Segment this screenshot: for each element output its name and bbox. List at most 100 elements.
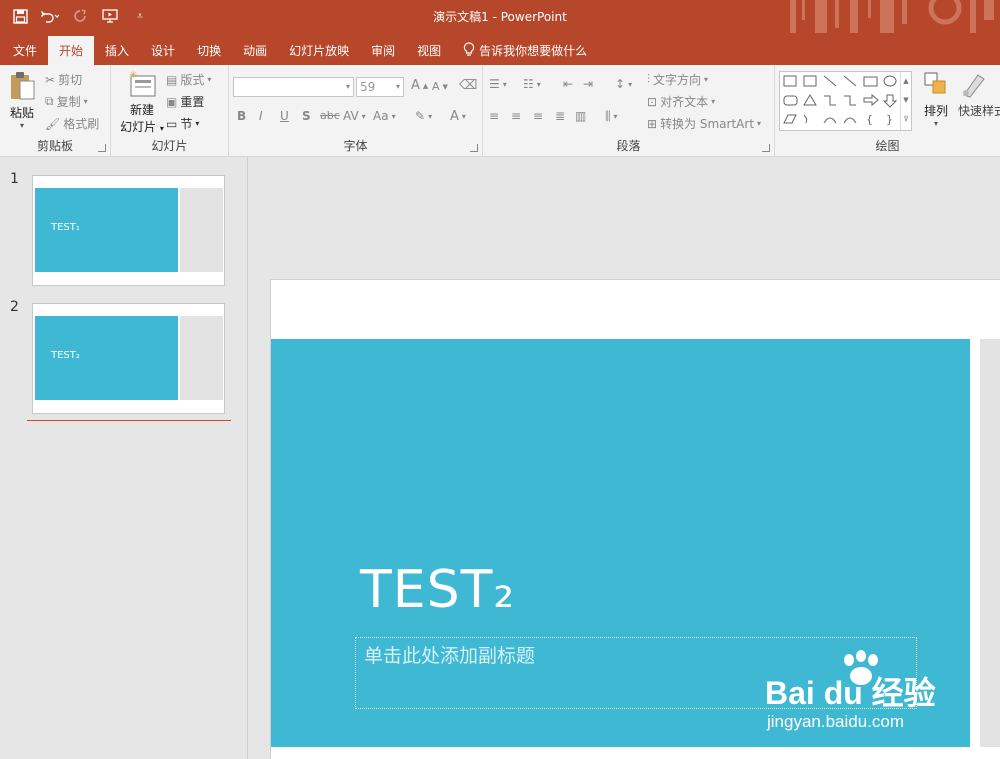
align-right-icon: ≡ [533, 109, 544, 123]
align-right-button[interactable]: ≡ [533, 109, 543, 123]
lightbulb-icon [463, 42, 475, 59]
slide-number-1: 1 [10, 171, 19, 187]
section-label: 节 [180, 117, 193, 131]
slide-title[interactable]: TEST₂ [360, 560, 515, 620]
tell-me-box[interactable]: 告诉我你想要做什么 [452, 36, 598, 65]
format-painter-label: 格式刷 [63, 117, 100, 131]
change-case-button[interactable]: Aa ▾ [373, 109, 396, 123]
align-left-button[interactable]: ≡ [489, 109, 499, 123]
text-direction-label: 文字方向 [653, 73, 702, 87]
numbering-button[interactable]: ☷ ▾ [523, 77, 541, 91]
cut-button[interactable]: ✂ 剪切 [45, 71, 82, 88]
quick-styles-icon [958, 74, 988, 102]
new-slide-label-2: 幻灯片 ▾ [120, 120, 164, 134]
slide-thumbnail-1[interactable]: TEST₁ [32, 175, 225, 286]
group-paragraph: ☰ ▾ ☷ ▾ ⇤ ⇥ ↕ ▾ ≡ ≡ ≡ ≣ ▥ ⫼ ▾ ⫶ 文字方向 ▾ ⊡ 对齐文本 ▾ … [483, 65, 775, 157]
line-spacing-icon: ↕ [615, 77, 626, 91]
format-painter-button[interactable]: 🖌 格式刷 [45, 115, 99, 132]
gallery-scroll[interactable]: ▲ ▼ ⊽ [900, 72, 911, 130]
slide-thumbnail-2[interactable]: TEST₂ [32, 303, 225, 414]
bullets-icon: ☰ [489, 77, 500, 91]
tab-insert[interactable]: 插入 [94, 36, 140, 65]
numbering-icon: ☷ [523, 77, 534, 91]
tab-file[interactable]: 文件 [2, 36, 48, 65]
align-text-label: 对齐文本 [660, 95, 709, 109]
clear-formatting-icon[interactable]: ⌫ [459, 78, 477, 93]
tab-transitions[interactable]: 切换 [186, 36, 232, 65]
shadow-button[interactable]: S [302, 109, 311, 123]
paste-button[interactable]: 粘贴 ▾ [6, 71, 38, 133]
italic-button[interactable]: I [259, 109, 263, 123]
increase-indent-icon: ⇥ [583, 77, 594, 91]
new-slide-button[interactable]: ✳ 新建 幻灯片 ▾ [116, 70, 168, 135]
quick-styles-button[interactable]: 快速样式 [958, 71, 1000, 119]
decrease-indent-button[interactable]: ⇤ [563, 77, 573, 91]
columns-button[interactable]: ⫼ ▾ [605, 109, 618, 124]
tab-animations[interactable]: 动画 [232, 36, 278, 65]
paste-dropdown-icon: ▾ [19, 121, 24, 130]
distributed-icon: ▥ [575, 109, 587, 123]
increase-indent-button[interactable]: ⇥ [583, 77, 593, 91]
smartart-icon: ⊞ [647, 116, 658, 131]
reset-icon: ▣ [166, 94, 178, 109]
section-button[interactable]: ▭ 节 ▾ [166, 115, 199, 132]
font-size-value: 59 [360, 80, 376, 94]
line-spacing-button[interactable]: ↕ ▾ [615, 77, 632, 91]
slides-pane: 1 TEST₁ 2 TEST₂ [0, 157, 248, 759]
tab-design[interactable]: 设计 [140, 36, 186, 65]
distributed-button[interactable]: ▥ [575, 109, 586, 123]
align-center-button[interactable]: ≡ [511, 109, 521, 123]
arrange-button[interactable]: 排列 ▾ [918, 71, 954, 128]
layout-button[interactable]: ▤ 版式 ▾ [166, 71, 211, 88]
drawing-group-label: 绘图 [875, 139, 900, 153]
text-direction-icon: ⫶ [647, 72, 651, 86]
font-size-combo[interactable]: 59 ▾ [356, 77, 404, 97]
paste-label: 粘贴 [9, 106, 34, 120]
font-launcher-icon[interactable] [470, 144, 478, 152]
font-color-button[interactable]: A ▾ [450, 109, 466, 124]
watermark-brand: Bai du 经验 [765, 675, 936, 711]
highlight-button[interactable]: ✎ ▾ [415, 109, 432, 123]
strikethrough-button[interactable]: abc [320, 109, 340, 122]
justify-icon: ≣ [555, 109, 566, 123]
ribbon: 粘贴 ▾ ✂ 剪切 ⧉ 复制 ▾ 🖌 格式刷 剪贴板 ✳ 新建 幻灯片 ▾ ▤ 版式 ▾ ▣… [0, 65, 1000, 157]
underline-button[interactable]: U [280, 109, 289, 123]
shrink-font-button[interactable]: A ▼ [432, 80, 448, 93]
title-decoration [780, 0, 1000, 33]
font-color-label: A [450, 109, 459, 124]
new-slide-label-1: 新建 [129, 103, 154, 117]
baidu-watermark: Bai du 经验 jingyan.baidu.com [765, 650, 995, 740]
tab-slideshow[interactable]: 幻灯片放映 [278, 36, 360, 65]
tab-view[interactable]: 视图 [406, 36, 452, 65]
clipboard-group-label: 剪贴板 [36, 139, 73, 153]
layout-label: 版式 [180, 73, 205, 87]
bold-button[interactable]: B [237, 109, 246, 123]
reset-button[interactable]: ▣ 重置 [166, 93, 204, 110]
spacing-label: AV [343, 109, 359, 123]
font-name-combo[interactable]: ▾ [233, 77, 354, 97]
tab-home[interactable]: 开始 [48, 36, 95, 65]
arrange-label: 排列 [923, 104, 948, 118]
scissors-icon: ✂ [45, 72, 56, 87]
justify-button[interactable]: ≣ [555, 109, 565, 123]
watermark-url: jingyan.baidu.com [767, 712, 905, 731]
copy-button[interactable]: ⧉ 复制 ▾ [45, 93, 88, 110]
tab-review[interactable]: 审阅 [360, 36, 406, 65]
highlighter-icon: ✎ [415, 109, 426, 123]
clipboard-icon [8, 72, 36, 104]
paragraph-group-label: 段落 [616, 139, 641, 153]
text-direction-button[interactable]: ⫶ 文字方向 ▾ [647, 71, 708, 88]
align-left-icon: ≡ [489, 109, 500, 123]
bullets-button[interactable]: ☰ ▾ [489, 77, 507, 91]
align-text-button[interactable]: ⊡ 对齐文本 ▾ [647, 93, 715, 110]
convert-smartart-button[interactable]: ⊞ 转换为 SmartArt ▾ [647, 115, 761, 132]
svg-text:✳: ✳ [129, 70, 137, 81]
thumb-gray-block [180, 188, 223, 272]
slides-group-label: 幻灯片 [151, 139, 188, 153]
grow-font-button[interactable]: A ▲ [411, 78, 428, 93]
paragraph-launcher-icon[interactable] [762, 144, 770, 152]
copy-label: 复制 [56, 95, 81, 109]
shapes-gallery[interactable]: {} ▲ ▼ ⊽ [779, 71, 912, 131]
character-spacing-button[interactable]: AV ▾ [343, 109, 366, 123]
clipboard-launcher-icon[interactable] [98, 144, 106, 152]
